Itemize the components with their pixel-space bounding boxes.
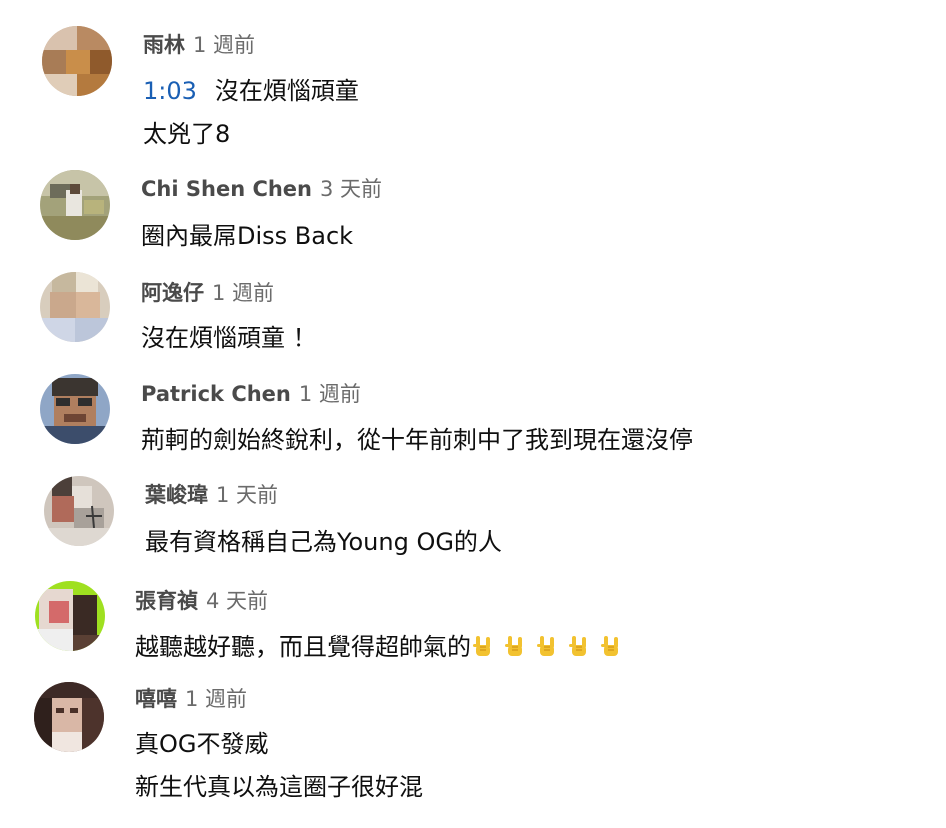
comment-text-line: 1:03 沒在煩惱頑童 — [143, 76, 359, 106]
author-name[interactable]: Patrick Chen — [141, 382, 291, 406]
comment-list: 雨林 1 週前 1:03 沒在煩惱頑童 太兇了8 Chi Shen Chen 3 天前… — [0, 0, 946, 828]
timestamp-link[interactable]: 1:03 — [143, 77, 197, 105]
rock-on-hand-icon — [537, 636, 554, 656]
comment-text-line: 新生代真以為這圈子很好混 — [135, 773, 423, 801]
avatar[interactable] — [40, 272, 110, 342]
avatar[interactable] — [40, 170, 110, 240]
author-name[interactable]: 張育禎 — [135, 589, 198, 613]
comment-meta: 阿逸仔 1 週前 — [141, 280, 274, 306]
comment-text-line: 荊軻的劍始終銳利，從十年前刺中了我到現在還沒停 — [141, 426, 693, 454]
author-name[interactable]: Chi Shen Chen — [141, 177, 312, 201]
comment-meta: 葉峻瑋 1 天前 — [145, 482, 278, 508]
comment-text-line: 真OG不發威 — [135, 730, 269, 758]
author-name[interactable]: 阿逸仔 — [141, 281, 204, 305]
comment-time[interactable]: 1 天前 — [216, 483, 278, 507]
avatar[interactable] — [42, 26, 112, 96]
comment-meta: Chi Shen Chen 3 天前 — [141, 176, 382, 202]
comment-text-line: 越聽越好聽，而且覺得超帥氣的 — [135, 632, 623, 662]
comment-text-line: 沒在煩惱頑童 ！ — [141, 324, 317, 352]
comment-time[interactable]: 3 天前 — [320, 177, 382, 201]
comment-meta: 張育禎 4 天前 — [135, 588, 268, 614]
emoji-row — [471, 633, 623, 661]
comment-text: 沒在煩惱頑童 — [214, 77, 359, 105]
avatar[interactable] — [35, 581, 105, 651]
avatar[interactable] — [44, 476, 114, 546]
comment-time[interactable]: 4 天前 — [206, 589, 268, 613]
comment-time[interactable]: 1 週前 — [185, 687, 247, 711]
comment-text-line: 太兇了8 — [143, 120, 231, 148]
author-name[interactable]: 葉峻瑋 — [145, 483, 208, 507]
comment-meta: 雨林 1 週前 — [143, 32, 255, 58]
avatar[interactable] — [34, 682, 104, 752]
comment-meta: Patrick Chen 1 週前 — [141, 381, 361, 407]
comment-time[interactable]: 1 週前 — [299, 382, 361, 406]
comment-meta: 嘻嘻 1 週前 — [135, 686, 247, 712]
comment-text-line: 圈內最屌Diss Back — [141, 222, 354, 250]
comment-time[interactable]: 1 週前 — [212, 281, 274, 305]
author-name[interactable]: 嘻嘻 — [135, 687, 177, 711]
comment-text-line: 最有資格稱自己為Young OG的人 — [145, 528, 502, 556]
rock-on-hand-icon — [473, 636, 490, 656]
author-name[interactable]: 雨林 — [143, 33, 185, 57]
comment-text: 越聽越好聽，而且覺得超帥氣的 — [135, 633, 471, 661]
avatar[interactable] — [40, 374, 110, 444]
rock-on-hand-icon — [569, 636, 586, 656]
rock-on-hand-icon — [601, 636, 618, 656]
comment-time[interactable]: 1 週前 — [193, 33, 255, 57]
rock-on-hand-icon — [505, 636, 522, 656]
